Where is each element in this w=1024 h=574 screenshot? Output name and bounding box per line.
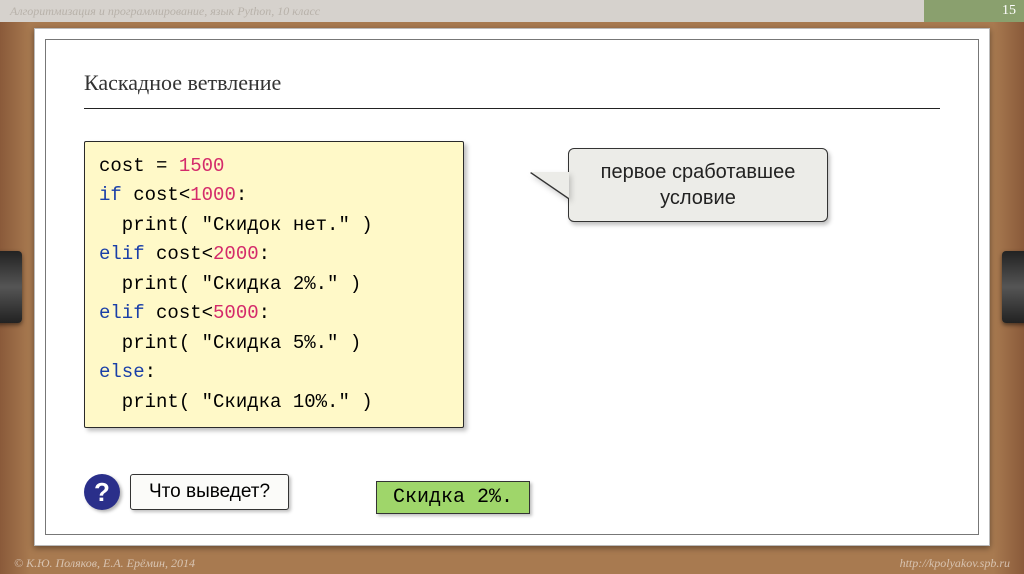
code-text: cost< <box>122 184 190 206</box>
code-block: cost = 1500 if cost<1000: print( "Скидок… <box>84 141 464 428</box>
code-text: print( "Скидок нет." ) <box>99 214 373 236</box>
slide-sheet: Каскадное ветвление cost = 1500 if cost<… <box>34 28 990 546</box>
callout-line: первое сработавшее <box>591 159 805 185</box>
page-number: 15 <box>1002 3 1016 19</box>
code-text: : <box>145 361 156 383</box>
breadcrumb: Алгоритмизация и программирование, язык … <box>10 4 320 19</box>
code-number: 5000 <box>213 302 259 324</box>
code-text: cost< <box>145 302 213 324</box>
callout-tail-icon <box>531 172 569 198</box>
binder-clip-left <box>0 251 22 323</box>
question-box: Что выведет? <box>130 474 289 510</box>
code-keyword: elif <box>99 243 145 265</box>
code-text: print( "Скидка 5%." ) <box>99 332 361 354</box>
code-text: cost< <box>145 243 213 265</box>
code-number: 1000 <box>190 184 236 206</box>
slide-border: Каскадное ветвление cost = 1500 if cost<… <box>45 39 979 535</box>
question-mark: ? <box>94 477 110 508</box>
code-keyword: elif <box>99 302 145 324</box>
header-band: Алгоритмизация и программирование, язык … <box>0 0 1024 22</box>
footer-right: http://kpolyakov.spb.ru <box>900 556 1010 571</box>
binder-clip-right <box>1002 251 1024 323</box>
code-keyword: if <box>99 184 122 206</box>
callout-wrap: первое сработавшее условие <box>531 148 828 222</box>
code-text: print( "Скидка 2%." ) <box>99 273 361 295</box>
code-number: 1500 <box>179 155 225 177</box>
question-row: ? Что выведет? <box>84 474 289 510</box>
code-text: cost = <box>99 155 179 177</box>
footer-band: © К.Ю. Поляков, Е.А. Ерёмин, 2014 http:/… <box>0 552 1024 574</box>
slide-title: Каскадное ветвление <box>84 70 940 109</box>
question-text: Что выведет? <box>149 481 270 502</box>
code-number: 2000 <box>213 243 259 265</box>
footer-left: © К.Ю. Поляков, Е.А. Ерёмин, 2014 <box>14 556 195 571</box>
callout-line: условие <box>591 185 805 211</box>
code-text: : <box>236 184 247 206</box>
answer-box: Скидка 2%. <box>376 481 530 514</box>
code-keyword: else <box>99 361 145 383</box>
callout-box: первое сработавшее условие <box>568 148 828 222</box>
page-number-badge: 15 <box>924 0 1024 22</box>
code-text: : <box>259 243 270 265</box>
question-mark-icon: ? <box>84 474 120 510</box>
code-text: print( "Скидка 10%." ) <box>99 391 373 413</box>
slide-content: Каскадное ветвление cost = 1500 if cost<… <box>46 40 978 448</box>
code-text: : <box>259 302 270 324</box>
answer-text: Скидка 2%. <box>393 486 513 509</box>
